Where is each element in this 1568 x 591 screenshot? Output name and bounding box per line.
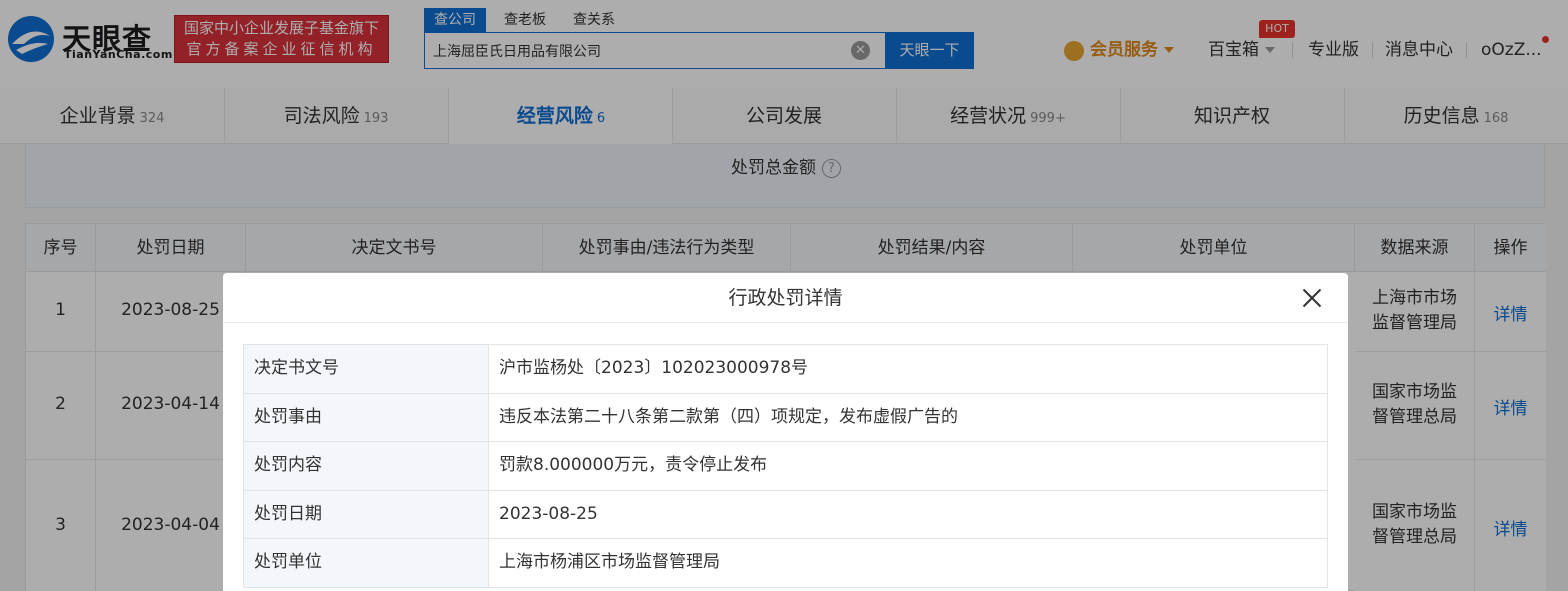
- detail-value: 上海市杨浦区市场监督管理局: [499, 552, 720, 572]
- detail-key: 处罚内容: [244, 442, 489, 490]
- penalty-detail-modal: 行政处罚详情 决定书文号 沪市监杨处〔2023〕102023000978号 处罚…: [223, 273, 1348, 591]
- close-icon[interactable]: [1301, 287, 1323, 309]
- detail-row-authority: 处罚单位 上海市杨浦区市场监督管理局: [244, 539, 1327, 588]
- detail-value: 罚款8.000000万元，责令停止发布: [499, 455, 768, 475]
- detail-value: 沪市监杨处〔2023〕102023000978号: [499, 358, 809, 378]
- modal-title: 行政处罚详情: [728, 287, 843, 309]
- detail-row-date: 处罚日期 2023-08-25: [244, 490, 1327, 539]
- penalty-detail-table: 决定书文号 沪市监杨处〔2023〕102023000978号 处罚事由 违反本法…: [243, 344, 1328, 588]
- detail-key: 处罚单位: [244, 539, 489, 587]
- detail-value: 违反本法第二十八条第二款第（四）项规定，发布虚假广告的: [499, 406, 958, 427]
- detail-value: 2023-08-25: [499, 503, 598, 524]
- detail-key: 处罚日期: [244, 490, 489, 538]
- detail-key: 处罚事由: [244, 393, 489, 441]
- detail-row-doc-number: 决定书文号 沪市监杨处〔2023〕102023000978号: [244, 345, 1327, 394]
- modal-header: 行政处罚详情: [223, 273, 1348, 323]
- detail-row-content: 处罚内容 罚款8.000000万元，责令停止发布: [244, 442, 1327, 491]
- detail-row-reason: 处罚事由 违反本法第二十八条第二款第（四）项规定，发布虚假广告的: [244, 393, 1327, 442]
- detail-key: 决定书文号: [244, 345, 489, 393]
